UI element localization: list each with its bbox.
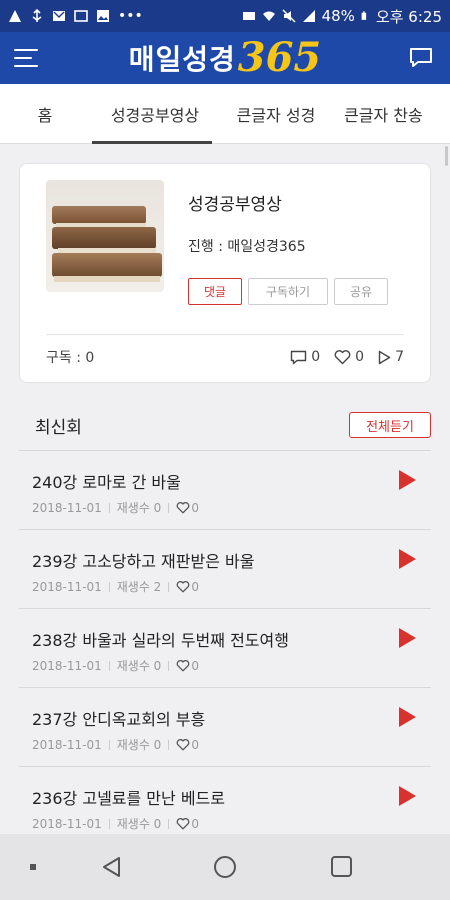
episode-meta: 2018-11-01 재생수 2 0 [32,578,199,595]
heart-icon [176,738,190,750]
tab-home[interactable]: 홈 [0,84,90,144]
episode-row[interactable]: 239강 고소당하고 재판받은 바울 2018-11-01 재생수 2 0 [19,530,431,609]
app-header: 매일성경 365 [0,32,450,84]
logo-number: 365 [237,34,322,81]
system-icons: 48% 오후 6:25 [242,6,442,27]
hamburger-icon-line [14,57,32,59]
program-host: 진행 : 매일성경365 [188,239,306,255]
episode-likes: 0 [191,579,199,594]
clock: 오후 6:25 [375,7,442,26]
wifi-icon [262,11,275,21]
heart-icon [176,580,190,592]
signal-icon [302,10,315,22]
episode-likes: 0 [191,658,199,673]
recent-apps-icon[interactable] [331,856,352,877]
category-tabs: 홈 성경공부영상 큰글자 성경 큰글자 찬송 [0,84,450,144]
battery-icon [361,11,367,20]
episode-title: 240강 로마로 간 바울 [32,473,181,492]
subscribe-button[interactable]: 구독하기 [248,278,328,305]
battery-percent: 48% [321,7,355,25]
episode-likes: 0 [191,500,199,515]
warning-icon [9,10,21,22]
episode-date: 2018-11-01 [32,500,102,515]
play-icon[interactable] [397,469,417,491]
program-thumbnail [46,180,164,292]
episode-title: 238강 바울과 실라의 두번째 전도여행 [32,631,289,650]
hamburger-icon-line [14,65,38,67]
latest-section-header: 최신회 전체듣기 [19,408,431,442]
episode-date: 2018-11-01 [32,579,102,594]
episode-title: 237강 안디옥교회의 부흥 [32,710,206,729]
episode-meta: 2018-11-01 재생수 0 0 [32,815,199,832]
program-actions: 댓글 구독하기 공유 [188,278,388,305]
comment-count: 0 [311,349,321,365]
episode-row[interactable]: 240강 로마로 간 바울 2018-11-01 재생수 0 0 [19,451,431,530]
tab-bible-study-video[interactable]: 성경공부영상 [90,84,220,144]
app-logo: 매일성경 365 [129,38,322,78]
play-icon[interactable] [397,785,417,807]
episode-plays: 재생수 0 [116,659,162,673]
episode-plays: 재생수 0 [116,817,162,831]
system-navigation-bar [0,834,450,900]
image-icon [97,10,109,22]
mail-icon [53,11,65,21]
tab-large-print-hymns[interactable]: 큰글자 찬송 [332,84,450,144]
usb-icon [32,9,42,22]
notification-icons: ••• [8,8,143,24]
program-card: 성경공부영상 진행 : 매일성경365 댓글 구독하기 공유 구독 : 0 0 … [19,163,431,383]
episode-row[interactable]: 238강 바울과 실라의 두번째 전도여행 2018-11-01 재생수 0 0 [19,609,431,688]
subscriber-count: 구독 : 0 [46,350,95,366]
home-icon[interactable] [214,856,236,878]
episode-list: 240강 로마로 간 바울 2018-11-01 재생수 0 0 239강 고소… [19,450,431,846]
episode-row[interactable]: 237강 안디옥교회의 부흥 2018-11-01 재생수 0 0 [19,688,431,767]
like-stat: 0 [334,349,364,365]
play-icon[interactable] [397,627,417,649]
message-icon[interactable] [408,46,434,70]
comment-stat: 0 [290,349,320,365]
logo-text: 매일성경 [128,43,236,76]
play-icon[interactable] [397,706,417,728]
episode-title: 236강 고넬료를 만난 베드로 [32,789,225,808]
nav-dot-icon[interactable] [30,864,36,870]
comment-button[interactable]: 댓글 [188,278,242,305]
episode-plays: 재생수 0 [116,501,162,515]
program-stats-row: 구독 : 0 0 0 7 [46,344,404,370]
hamburger-icon-line [14,49,38,51]
episode-plays: 재생수 2 [116,580,162,594]
more-notifications-icon: ••• [118,8,143,24]
episode-date: 2018-11-01 [32,737,102,752]
heart-icon [176,659,190,671]
episode-title: 239강 고소당하고 재판받은 바울 [32,552,255,571]
comment-icon [291,350,307,364]
play-outline-icon [378,350,391,364]
episode-meta: 2018-11-01 재생수 0 0 [32,736,199,753]
episode-likes: 0 [191,737,199,752]
menu-button[interactable] [14,45,42,71]
play-stat: 7 [378,349,404,365]
listen-all-button[interactable]: 전체듣기 [349,412,431,438]
status-bar: ••• 48% 오후 6:25 [0,0,450,32]
episode-likes: 0 [191,816,199,831]
scroll-indicator [445,146,448,166]
play-icon[interactable] [397,548,417,570]
like-count: 0 [355,349,365,365]
share-button[interactable]: 공유 [334,278,388,305]
mute-icon [282,9,296,23]
episode-meta: 2018-11-01 재생수 0 0 [32,657,199,674]
episode-meta: 2018-11-01 재생수 0 0 [32,499,199,516]
section-title: 최신회 [35,417,82,438]
heart-icon [334,349,351,364]
tab-large-print-bible[interactable]: 큰글자 성경 [220,84,332,144]
back-icon[interactable] [100,855,124,879]
screen-icon [74,10,88,22]
play-count: 7 [395,349,404,365]
nfc-icon [242,12,255,20]
episode-date: 2018-11-01 [32,658,102,673]
divider [46,334,404,335]
heart-icon [176,501,190,513]
episode-plays: 재생수 0 [116,738,162,752]
program-title: 성경공부영상 [188,195,282,215]
episode-date: 2018-11-01 [32,816,102,831]
heart-icon [176,817,190,829]
